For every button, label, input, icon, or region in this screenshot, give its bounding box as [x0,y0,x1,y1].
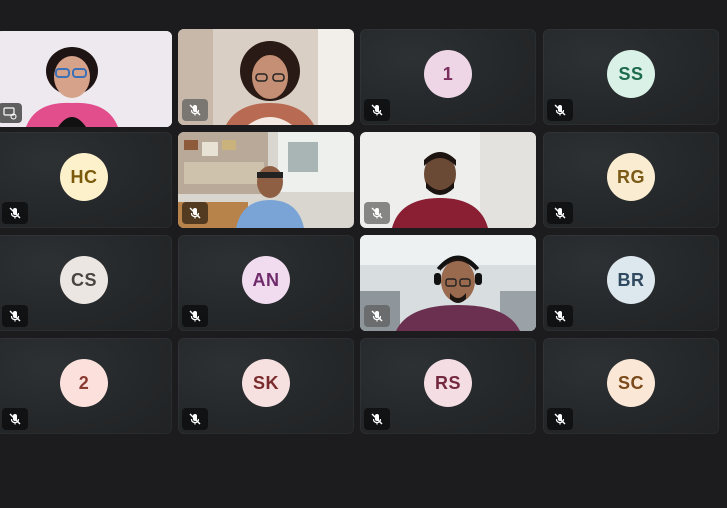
avatar: RG [607,153,655,201]
muted-mic-icon [364,408,390,430]
participant-tile-16[interactable]: SC [543,338,719,434]
avatar: SK [242,359,290,407]
muted-mic-icon [182,305,208,327]
participant-tile-3[interactable]: 1 [360,29,536,125]
participant-tile-13[interactable]: 2 [0,338,172,434]
avatar: 2 [60,359,108,407]
participant-tile-15[interactable]: RS [360,338,536,434]
muted-mic-icon [182,408,208,430]
avatar: SC [607,359,655,407]
muted-mic-icon [182,202,208,224]
avatar: BR [607,256,655,304]
participant-tile-video-11[interactable] [360,235,536,331]
participant-tile-5[interactable]: HC [0,132,172,228]
avatar: SS [607,50,655,98]
participant-tile-video-2[interactable] [178,29,354,125]
participant-tile-video-1[interactable] [0,31,172,127]
screen-share-icon [0,103,22,123]
participant-tile-10[interactable]: AN [178,235,354,331]
participant-tile-video-7[interactable] [360,132,536,228]
avatar: RS [424,359,472,407]
meeting-gallery-view: 1 SS HC RG CS AN BR 2 SK RS SC [0,0,727,508]
muted-mic-icon [2,408,28,430]
participant-tile-9[interactable]: CS [0,235,172,331]
avatar: 1 [424,50,472,98]
participant-tile-4[interactable]: SS [543,29,719,125]
muted-mic-icon [182,99,208,121]
muted-mic-icon [364,305,390,327]
participant-video-woman-glasses [0,31,172,127]
muted-mic-icon [547,202,573,224]
participant-tile-12[interactable]: BR [543,235,719,331]
participant-tile-video-6[interactable] [178,132,354,228]
muted-mic-icon [364,202,390,224]
muted-mic-icon [2,305,28,327]
muted-mic-icon [547,305,573,327]
participant-tile-14[interactable]: SK [178,338,354,434]
muted-mic-icon [547,408,573,430]
avatar: AN [242,256,290,304]
muted-mic-icon [2,202,28,224]
avatar: HC [60,153,108,201]
muted-mic-icon [364,99,390,121]
participant-tile-8[interactable]: RG [543,132,719,228]
avatar: CS [60,256,108,304]
muted-mic-icon [547,99,573,121]
